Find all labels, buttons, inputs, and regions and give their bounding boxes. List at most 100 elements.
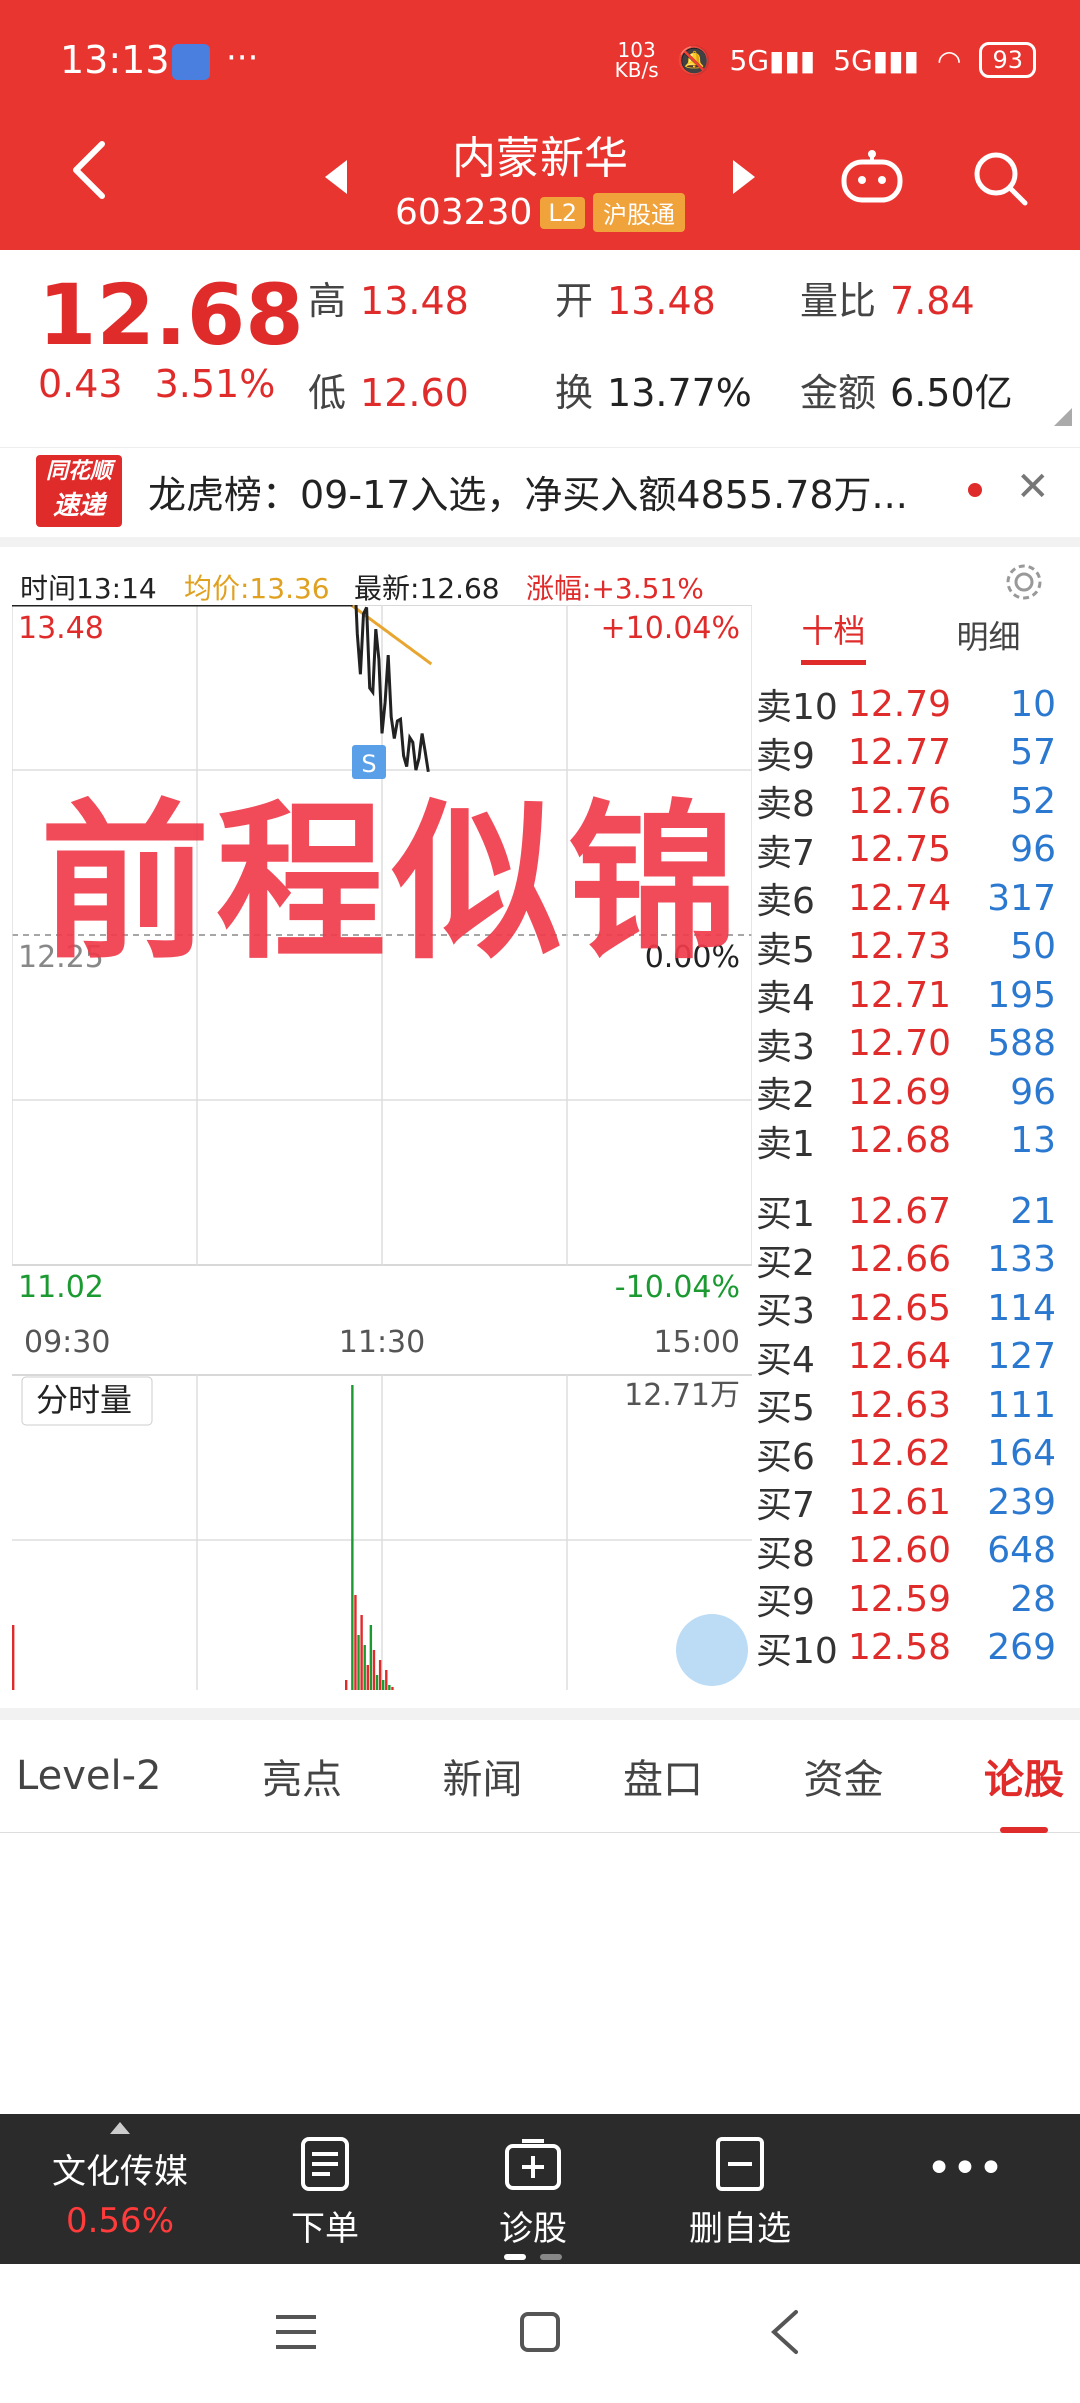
buy-row[interactable]: 买2 12.66 133 — [756, 1236, 1066, 1285]
sell-price: 12.75 — [848, 829, 952, 871]
back-icon[interactable] — [768, 2308, 802, 2356]
banner-text[interactable]: 龙虎榜：09-17入选，净买入额4855.78万... — [148, 464, 908, 519]
sell-price: 12.79 — [848, 683, 952, 725]
menu-icon[interactable] — [274, 2312, 318, 2352]
sell-row[interactable]: 卖5 12.73 50 — [756, 923, 1066, 972]
sell-row[interactable]: 卖1 12.68 13 — [756, 1117, 1066, 1166]
sell-price: 12.77 — [848, 732, 952, 774]
volume-bar — [369, 1625, 373, 1690]
order-button[interactable]: 下单 — [270, 2114, 380, 2264]
sell-level-label: 卖7 — [756, 832, 815, 874]
buy-row[interactable]: 买10 12.58 269 — [756, 1624, 1066, 1673]
orderbook-tabs: 十档 明细 — [756, 600, 1066, 670]
volume-bar — [378, 1660, 382, 1690]
divider — [756, 1165, 1066, 1187]
buy-row[interactable]: 买7 12.61 239 — [756, 1478, 1066, 1527]
sell-rows: 卖10 12.79 10 卖9 12.77 57 卖8 12.76 52 卖7 12.75 96 卖6 1… — [756, 680, 1066, 1165]
next-stock-arrow-icon[interactable] — [733, 160, 755, 194]
change-row: 0.43 3.51% — [38, 362, 275, 406]
buy-row[interactable]: 买6 12.62 164 — [756, 1430, 1066, 1479]
stock-name: 内蒙新华 — [452, 133, 628, 184]
sell-row[interactable]: 卖4 12.71 195 — [756, 971, 1066, 1020]
volume-label: 分时量 — [36, 1381, 132, 1419]
close-icon[interactable]: ✕ — [1016, 464, 1050, 510]
sell-level-label: 卖3 — [756, 1026, 815, 1068]
buy-price: 12.61 — [848, 1481, 952, 1523]
buy-row[interactable]: 买9 12.59 28 — [756, 1575, 1066, 1624]
orderbook: 十档 明细 卖10 12.79 10 卖9 12.77 57 卖8 12.76 52 卖7 12.7… — [756, 600, 1066, 1690]
sell-level-label: 卖10 — [756, 687, 838, 729]
sell-row[interactable]: 卖7 12.75 96 — [756, 826, 1066, 875]
sell-volume: 52 — [1010, 780, 1056, 822]
sector-button[interactable]: 文化传媒 0.56% — [30, 2114, 210, 2264]
sell-volume: 96 — [1010, 1071, 1056, 1113]
high-value: 13.48 — [360, 279, 469, 323]
sell-volume: 10 — [1010, 683, 1056, 725]
last-price: 12.68 — [38, 266, 304, 364]
buy-volume: 239 — [987, 1481, 1056, 1523]
sell-volume: 50 — [1010, 926, 1056, 968]
sell-price: 12.74 — [848, 877, 952, 919]
sell-row[interactable]: 卖10 12.79 10 — [756, 680, 1066, 729]
sell-volume: 317 — [987, 877, 1056, 919]
buy-row[interactable]: 买1 12.67 21 — [756, 1187, 1066, 1236]
low-item: 低 12.60 — [308, 362, 469, 417]
sell-row[interactable]: 卖2 12.69 96 — [756, 1068, 1066, 1117]
sell-level-label: 卖9 — [756, 735, 815, 777]
diagnose-button[interactable]: 诊股 — [478, 2114, 588, 2264]
volume-bar — [345, 1680, 348, 1690]
stock-code: 603230 — [394, 192, 533, 233]
more-icon[interactable]: ••• — [920, 2114, 1010, 2264]
y-top-label: 13.48 — [18, 611, 104, 646]
buy-price: 12.66 — [848, 1239, 952, 1281]
volume-bar — [357, 1635, 360, 1690]
tab-news[interactable]: 新闻 — [440, 1747, 524, 1805]
unread-dot — [968, 483, 982, 497]
search-icon[interactable] — [970, 148, 1030, 208]
app-root: { "status": {"time": "13:13", "net_speed… — [0, 0, 1080, 2403]
buy-row[interactable]: 买5 12.63 111 — [756, 1381, 1066, 1430]
more-notifications-icon: ··· — [226, 38, 259, 78]
volume-bar — [351, 1385, 354, 1690]
buy-row[interactable]: 买4 12.64 127 — [756, 1333, 1066, 1382]
buy-row[interactable]: 买3 12.65 114 — [756, 1284, 1066, 1333]
sell-price: 12.76 — [848, 780, 952, 822]
order-doc-icon — [301, 2137, 349, 2191]
remove-watchlist-button[interactable]: 删自选 — [680, 2114, 800, 2264]
volume-bar — [360, 1615, 363, 1690]
net-speed-unit: KB/s — [614, 58, 659, 82]
expand-corner-icon[interactable] — [1054, 408, 1072, 426]
detail-tabs: Level-2 亮点 新闻 盘口 资金 论股 — [0, 1708, 1080, 1833]
sell-price: 12.71 — [848, 974, 952, 1016]
buy-level-label: 买5 — [756, 1388, 815, 1430]
price-change-pct: 3.51% — [154, 362, 276, 406]
sell-row[interactable]: 卖9 12.77 57 — [756, 729, 1066, 778]
caret-up-icon — [110, 2122, 130, 2134]
buy-price: 12.63 — [848, 1384, 952, 1426]
buy-row[interactable]: 买8 12.60 648 — [756, 1527, 1066, 1576]
tab-discussion[interactable]: 论股 — [982, 1747, 1066, 1833]
buy-volume: 133 — [987, 1239, 1056, 1281]
vol-ratio-label: 量比 — [800, 279, 877, 323]
home-icon[interactable] — [518, 2310, 562, 2354]
amount-value: 6.50亿 — [890, 371, 1013, 415]
tab-detail[interactable]: 明细 — [956, 612, 1020, 658]
tab-highlights[interactable]: 亮点 — [260, 1747, 344, 1805]
price-change: 0.43 — [38, 362, 123, 406]
sell-volume: 195 — [987, 974, 1056, 1016]
volume-bar — [354, 1595, 357, 1690]
status-icons: 103 KB/s 🔕 5G▮▮▮ 5G▮▮▮ ◠ 93 — [615, 40, 1036, 80]
sell-row[interactable]: 卖3 12.70 588 — [756, 1020, 1066, 1069]
tab-funds[interactable]: 资金 — [801, 1747, 885, 1805]
tab-handicap[interactable]: 盘口 — [621, 1747, 705, 1805]
turnover-item: 换 13.77% — [555, 362, 752, 417]
settings-gear-icon[interactable] — [1003, 561, 1045, 603]
sell-volume: 57 — [1010, 732, 1056, 774]
sell-row[interactable]: 卖8 12.76 52 — [756, 777, 1066, 826]
sell-row[interactable]: 卖6 12.74 317 — [756, 874, 1066, 923]
sell-level-label: 卖6 — [756, 881, 815, 923]
tab-ten-levels[interactable]: 十档 — [801, 606, 866, 665]
tab-level2[interactable]: Level-2 — [14, 1753, 163, 1799]
robot-assistant-icon[interactable] — [840, 148, 904, 204]
volume-bar — [372, 1650, 376, 1690]
